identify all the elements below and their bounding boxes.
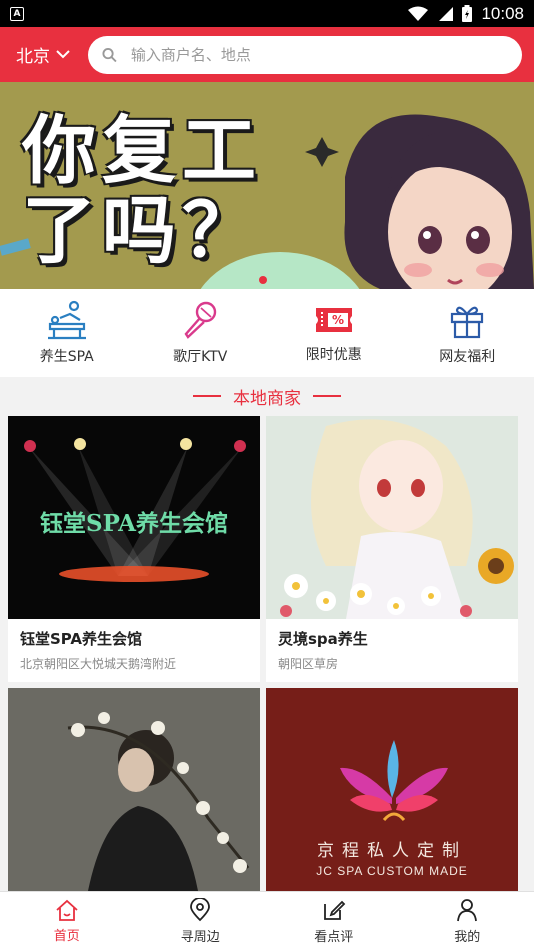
merchant-address: 北京朝阳区大悦城天鹅湾附近 [20, 657, 177, 671]
merchant-name: 钰堂SPA养生会馆 [20, 630, 143, 648]
tab-label: 寻周边 [180, 929, 220, 945]
home-icon [56, 899, 78, 921]
search-box[interactable] [88, 35, 522, 74]
city-selector[interactable]: 北京 [16, 42, 88, 67]
tab-reviews[interactable]: 看点评 [267, 892, 401, 950]
promo-banner[interactable]: 你复工 了吗？ [0, 82, 534, 289]
search-input[interactable] [130, 45, 508, 64]
category-ktv[interactable]: 歌厅KTV [134, 289, 268, 377]
merchant-image-subtext: JC SPA CUSTOM MADE [316, 864, 468, 878]
user-icon [457, 898, 478, 921]
banner-title-line1: 你复工 [22, 108, 262, 194]
search-icon [102, 47, 117, 62]
battery-icon [462, 5, 473, 22]
category-label: 网友福利 [439, 349, 496, 365]
bottom-tab-bar: 首页 寻周边 看点评 我的 [0, 891, 534, 950]
merchant-image: 京程私人定制 JC SPA CUSTOM MADE [266, 688, 518, 891]
status-time: 10:08 [481, 3, 524, 23]
category-discount[interactable]: % 限时优惠 [267, 289, 401, 377]
massage-table-icon [47, 300, 86, 340]
merchant-image-text: 钰堂SPA养生会馆 [39, 510, 229, 537]
merchant-card[interactable]: 钰堂SPA养生会馆 钰堂SPA养生会馆 北京朝阳区大悦城天鹅湾附近 [8, 416, 260, 682]
gift-icon [451, 306, 484, 339]
category-label: 养生SPA [39, 349, 94, 365]
tab-profile[interactable]: 我的 [401, 892, 534, 950]
merchant-name: 灵境spa养生 [278, 630, 368, 648]
merchant-image [266, 416, 518, 619]
edit-review-icon [323, 900, 346, 920]
svg-text:%: % [332, 313, 344, 327]
signal-icon [439, 6, 454, 21]
merchant-image [8, 688, 260, 891]
microphone-icon [184, 301, 217, 339]
category-gift[interactable]: 网友福利 [401, 289, 534, 377]
tab-label: 首页 [53, 928, 80, 944]
tab-home[interactable]: 首页 [0, 892, 134, 950]
banner-title-line2: 了吗？ [22, 188, 262, 274]
category-spa[interactable]: 养生SPA [0, 289, 134, 377]
section-title: 本地商家 [233, 388, 301, 409]
app-notification-icon: A [10, 6, 24, 21]
status-bar: A 10:08 [0, 0, 534, 27]
merchant-card[interactable]: 京程私人定制 JC SPA CUSTOM MADE [266, 688, 518, 891]
merchant-card[interactable] [8, 688, 260, 891]
merchant-address: 朝阳区草房 [278, 657, 339, 671]
category-label: 限时优惠 [305, 347, 362, 363]
city-label: 北京 [16, 47, 50, 67]
merchant-card[interactable]: 灵境spa养生 朝阳区草房 [266, 416, 518, 682]
chevron-down-icon [56, 50, 70, 59]
location-pin-icon [190, 897, 211, 921]
header: 北京 [0, 27, 534, 82]
section-header: 本地商家 [0, 377, 534, 415]
discount-ticket-icon: % [315, 308, 352, 332]
merchant-image: 钰堂SPA养生会馆 [8, 416, 260, 619]
wifi-icon [408, 6, 429, 21]
merchant-image-text: 京程私人定制 [317, 841, 467, 861]
category-label: 歌厅KTV [173, 349, 228, 365]
tab-label: 我的 [454, 929, 481, 945]
tab-label: 看点评 [314, 929, 354, 945]
divider-line [193, 395, 221, 397]
carousel-indicator[interactable] [259, 276, 267, 284]
tab-nearby[interactable]: 寻周边 [134, 892, 268, 950]
divider-line [313, 395, 341, 397]
category-nav: 养生SPA 歌厅KTV % 限时优惠 网友福利 [0, 289, 534, 377]
